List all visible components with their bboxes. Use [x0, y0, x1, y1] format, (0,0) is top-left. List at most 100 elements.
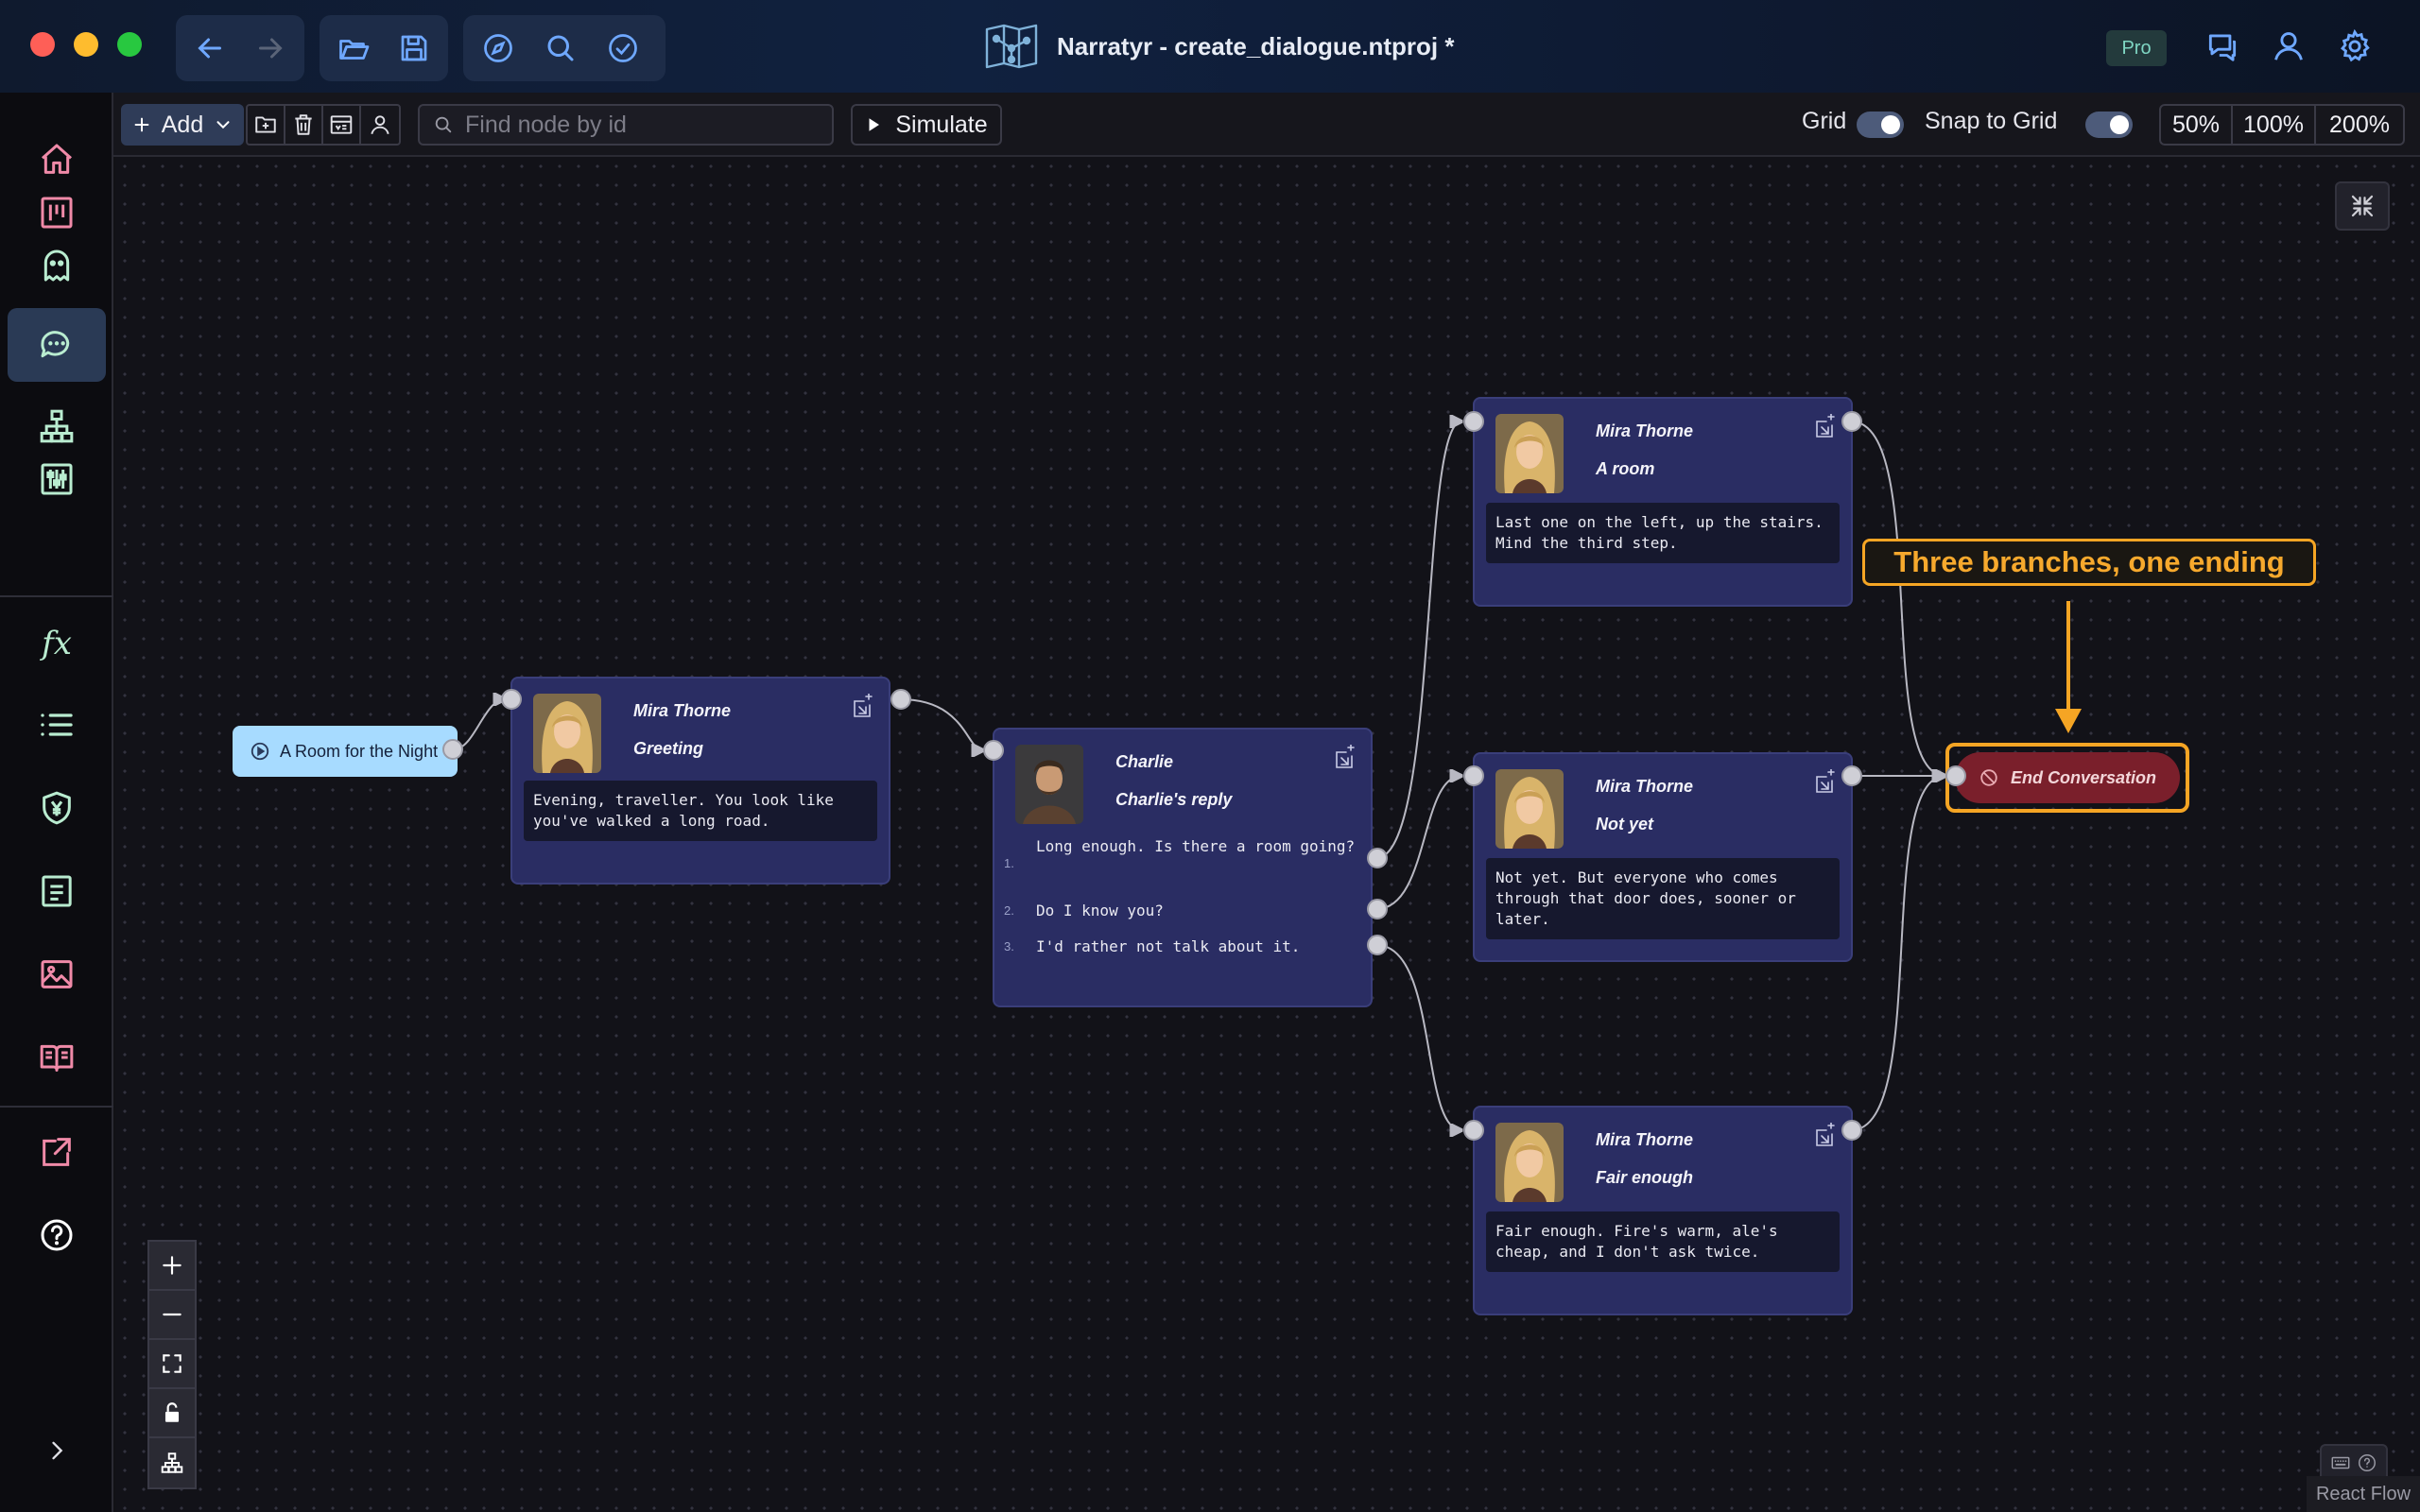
dialogue-node-greeting[interactable]: Mira Thorne Greeting Evening, traveller.… [510, 677, 890, 885]
grid-toggle[interactable] [1857, 112, 1904, 138]
end-node-highlight: End Conversation [1945, 743, 2189, 813]
dialogue-line: Fair enough. Fire's warm, ale's cheap, a… [1486, 1211, 1840, 1272]
folder-open-icon[interactable] [327, 21, 380, 76]
edge-choice1-aroom[interactable] [1375, 421, 1461, 859]
check-circle-icon[interactable] [596, 21, 650, 76]
edge-fairenough-end[interactable] [1850, 776, 1945, 1131]
sidebar-item-variables[interactable] [8, 442, 106, 516]
open-node-icon[interactable] [1813, 768, 1836, 796]
add-node-button[interactable]: Add [121, 104, 244, 146]
choice-2-output-port[interactable] [1367, 899, 1388, 919]
search-icon[interactable] [533, 21, 588, 76]
zoom-100-button[interactable]: 100% [2233, 106, 2316, 144]
dialogue-line: Last one on the left, up the stairs. Min… [1486, 503, 1840, 563]
gear-icon[interactable] [2331, 23, 2378, 70]
choice-1-output-port[interactable] [1367, 848, 1388, 868]
book-icon [40, 1044, 74, 1072]
avatar [1015, 745, 1083, 824]
notyet-input-port[interactable] [1463, 765, 1484, 786]
snap-to-grid-toggle[interactable] [2085, 112, 2133, 138]
maximize-window-button[interactable] [117, 32, 142, 57]
sidebar-item-help[interactable] [8, 1198, 106, 1272]
open-node-icon[interactable] [1333, 744, 1356, 771]
fairenough-output-port[interactable] [1841, 1120, 1862, 1141]
sidebar-item-images[interactable] [8, 937, 106, 1011]
react-flow-attribution[interactable]: React Flow [2307, 1476, 2420, 1512]
zoom-200-button[interactable]: 200% [2316, 106, 2403, 144]
minimize-window-button[interactable] [74, 32, 98, 57]
variables-panel-icon[interactable] [323, 106, 361, 144]
aroom-output-port[interactable] [1841, 411, 1862, 432]
end-node-label: End Conversation [2010, 767, 2157, 787]
user-icon[interactable] [2265, 23, 2312, 70]
open-node-icon[interactable] [851, 693, 873, 720]
edge-choice2-notyet[interactable] [1375, 776, 1461, 910]
search-icon [435, 116, 452, 133]
sidebar-item-dialogues[interactable] [8, 308, 106, 382]
aroom-input-port[interactable] [1463, 411, 1484, 432]
end-input-port[interactable] [1945, 765, 1966, 786]
zoom-in-button[interactable] [149, 1242, 195, 1291]
zoom-out-icon [163, 1313, 182, 1316]
edge-aroom-end[interactable] [1850, 421, 1945, 776]
collapse-view-button[interactable] [2335, 181, 2390, 231]
choice-3-output-port[interactable] [1367, 935, 1388, 955]
find-node-input[interactable] [465, 111, 824, 139]
edge-choice3-fairenough[interactable] [1375, 944, 1461, 1130]
choice-text: I'd rather not talk about it. [1036, 937, 1301, 955]
save-icon[interactable] [388, 21, 441, 76]
end-conversation-node[interactable]: End Conversation [1955, 752, 2180, 803]
history-group [176, 15, 304, 81]
compass-icon[interactable] [471, 21, 526, 76]
start-output-port[interactable] [442, 739, 463, 760]
sidebar-item-characters[interactable] [8, 229, 106, 302]
forward-arrow-icon[interactable] [244, 21, 297, 76]
fairenough-input-port[interactable] [1463, 1120, 1484, 1141]
minimize-arrows-icon [2351, 195, 2374, 217]
sidebar-item-documents[interactable] [8, 854, 106, 928]
open-node-icon[interactable] [1813, 1122, 1836, 1149]
sidebar-expand-button[interactable] [8, 1414, 106, 1487]
keyboard-icon [2331, 1456, 2350, 1469]
speaker-name: Mira Thorne [1596, 1130, 1694, 1149]
dialogue-node-charlies-reply[interactable]: Charlie Charlie's reply 1. Long enough. … [993, 728, 1373, 1007]
sidebar-item-lists[interactable] [8, 688, 106, 762]
zoom-out-button[interactable] [149, 1291, 195, 1340]
auto-layout-button[interactable] [149, 1438, 195, 1487]
simulate-button[interactable]: Simulate [851, 104, 1002, 146]
speaker-name: Charlie [1115, 752, 1174, 771]
edge-start-greeting[interactable] [453, 699, 505, 750]
character-icon[interactable] [361, 106, 399, 144]
document-icon [42, 875, 72, 907]
close-window-button[interactable] [30, 32, 55, 57]
reply-input-port[interactable] [983, 740, 1004, 761]
greeting-input-port[interactable] [501, 689, 522, 710]
sidebar-item-functions[interactable]: fx [8, 607, 106, 680]
annotation-arrowhead [2055, 709, 2082, 733]
zoom-50-button[interactable]: 50% [2161, 106, 2233, 144]
sidebar-item-codex[interactable] [8, 1021, 106, 1094]
edge-greeting-reply[interactable] [899, 698, 983, 750]
chat-bubbles-icon[interactable] [2199, 23, 2246, 70]
notyet-output-port[interactable] [1841, 765, 1862, 786]
currency-shield-icon [43, 791, 71, 825]
new-folder-icon[interactable] [248, 106, 285, 144]
dialogue-canvas[interactable]: A Room for the Night Mira Thorne Greetin… [115, 157, 2420, 1512]
dialogue-node-not-yet[interactable]: Mira Thorne Not yet Not yet. But everyon… [1473, 752, 1853, 962]
sidebar-item-export[interactable] [8, 1115, 106, 1189]
back-arrow-icon[interactable] [183, 21, 236, 76]
trash-icon[interactable] [285, 106, 323, 144]
fit-view-button[interactable] [149, 1340, 195, 1389]
chevron-right-icon [52, 1441, 63, 1460]
start-node[interactable]: A Room for the Night [233, 726, 458, 777]
pro-badge[interactable]: Pro [2106, 30, 2167, 66]
dialogue-node-a-room[interactable]: Mira Thorne A room Last one on the left,… [1473, 397, 1853, 607]
dialogue-node-fair-enough[interactable]: Mira Thorne Fair enough Fair enough. Fir… [1473, 1106, 1853, 1315]
choice-option[interactable]: 1. Long enough. Is there a room going? [1004, 832, 1363, 892]
greeting-output-port[interactable] [890, 689, 911, 710]
lock-button[interactable] [149, 1389, 195, 1438]
sidebar-item-economy[interactable] [8, 771, 106, 845]
open-node-icon[interactable] [1813, 413, 1836, 440]
plus-icon [134, 117, 149, 132]
find-node-search[interactable] [418, 104, 834, 146]
